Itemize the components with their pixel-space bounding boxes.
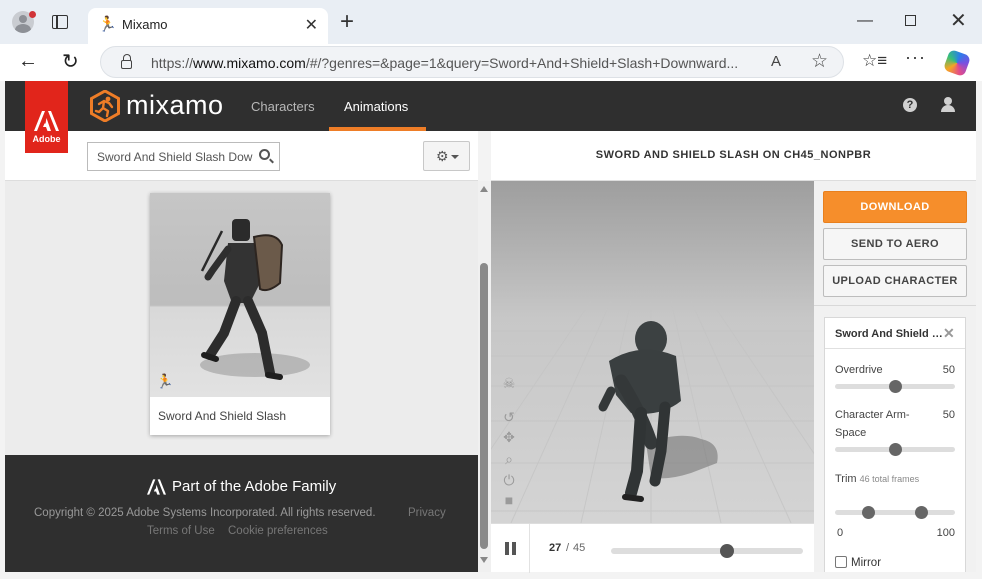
mixamo-favicon-icon: 🏃 (98, 16, 117, 33)
current-frame: 27 (549, 542, 562, 554)
copilot-icon[interactable] (942, 48, 972, 78)
cookie-preferences-link[interactable]: Cookie preferences (228, 525, 328, 537)
animation-card-title[interactable]: Sword And Shield Slash (158, 409, 286, 423)
user-account-icon[interactable] (941, 97, 955, 112)
trim-max-value: 100 (936, 527, 955, 539)
overdrive-slider[interactable] (835, 380, 955, 393)
terms-link[interactable]: Terms of Use (147, 525, 215, 537)
divider (814, 305, 976, 306)
mixamo-logo-icon[interactable] (89, 90, 121, 122)
back-arrow-icon[interactable]: ← (18, 50, 38, 73)
animation-type-icon: 🏃 (156, 373, 174, 389)
browser-tab[interactable]: 🏃 Mixamo ✕ (88, 8, 328, 44)
mixamo-header: Adobe mixamo Characters Animations ? (5, 81, 976, 153)
pause-icon[interactable] (505, 542, 517, 555)
scroll-down-icon[interactable] (480, 557, 488, 563)
zoom-icon[interactable]: ⌕ (501, 451, 517, 467)
tab-close-icon[interactable]: ✕ (305, 15, 318, 35)
help-icon[interactable]: ? (903, 98, 917, 112)
results-panel: ⚙ 🏃 Sword And Shield Slash (5, 131, 478, 572)
settings-title: Sword And Shield Slash (835, 328, 943, 340)
arm-space-slider-handle[interactable] (888, 443, 902, 456)
results-scrollbar[interactable] (478, 181, 491, 572)
scroll-up-icon[interactable] (480, 186, 488, 192)
read-aloud-icon[interactable]: A (771, 53, 781, 70)
timeline-slider[interactable] (611, 544, 803, 558)
url-text[interactable]: https://www.mixamo.com/#/?genres=&page=1… (151, 55, 761, 71)
gear-icon: ⚙ (436, 148, 449, 164)
trim-min-value: 0 (837, 527, 844, 539)
trim-frames-note: 46 total frames (859, 474, 920, 484)
timeline-handle[interactable] (719, 544, 734, 558)
knight-figure-image (200, 219, 310, 380)
playback-bar: 27 / 45 (491, 523, 814, 573)
mixamo-logo-text[interactable]: mixamo (126, 90, 224, 121)
scroll-thumb[interactable] (480, 263, 488, 549)
search-icon[interactable] (259, 149, 270, 160)
trim-label: Trim 46 total frames (835, 473, 920, 485)
3d-viewport[interactable]: ☠ ↺ ✥ ⌕ ⏻ ■ (491, 181, 814, 523)
close-icon[interactable]: ✕ (943, 325, 955, 342)
reset-view-icon[interactable]: ⏻ (501, 472, 517, 488)
browser-nav-bar: ← ↻ https://www.mixamo.com/#/?genres=&pa… (0, 44, 982, 81)
privacy-link[interactable]: Privacy (408, 507, 446, 519)
overdrive-slider-handle[interactable] (888, 380, 902, 393)
search-bar: ⚙ (5, 131, 478, 181)
skeleton-icon[interactable]: ☠ (501, 375, 517, 391)
mirror-label[interactable]: Mirror (851, 557, 881, 569)
reload-icon[interactable]: ↻ (62, 49, 79, 74)
address-bar[interactable]: https://www.mixamo.com/#/?genres=&page=1… (100, 46, 844, 78)
filter-settings-button[interactable]: ⚙ (423, 141, 470, 171)
favorites-list-icon[interactable]: ☆≡ (862, 51, 887, 71)
adobe-label: Adobe (32, 134, 61, 144)
animation-card[interactable]: 🏃 Sword And Shield Slash (150, 193, 330, 435)
animation-thumbnail[interactable]: 🏃 (150, 193, 330, 397)
viewport-scene (491, 300, 814, 523)
upload-character-button[interactable]: UPLOAD CHARACTER (823, 265, 967, 297)
preview-title-bar: SWORD AND SHIELD SLASH ON CH45_NONPBR (491, 131, 976, 181)
search-input[interactable] (87, 142, 280, 171)
mirror-checkbox[interactable] (835, 556, 847, 568)
browser-tab-bar: 🏃 Mixamo ✕ + — ✕ (0, 0, 982, 44)
lock-icon[interactable] (121, 54, 132, 69)
total-frames: 45 (573, 542, 586, 554)
arm-space-value[interactable]: 50 (943, 409, 955, 421)
adobe-family-text: Part of the Adobe Family (172, 478, 337, 495)
more-menu-icon[interactable]: ··· (905, 47, 926, 68)
move-icon[interactable]: ✥ (501, 429, 517, 445)
download-button[interactable]: DOWNLOAD (823, 191, 967, 223)
adobe-badge[interactable]: Adobe (25, 81, 68, 153)
footer: Part of the Adobe Family Copyright © 202… (5, 455, 478, 572)
chevron-down-icon (451, 155, 459, 159)
trim-end-handle[interactable] (914, 506, 928, 519)
animation-settings-panel: Sword And Shield Slash ✕ Overdrive 50 Ch… (824, 317, 966, 572)
nav-characters[interactable]: Characters (251, 99, 315, 114)
notification-dot (29, 11, 36, 18)
favorite-star-icon[interactable]: ☆ (811, 50, 828, 73)
frame-separator: / (566, 542, 570, 554)
tab-title: Mixamo (122, 17, 168, 32)
maximize-icon[interactable] (905, 15, 916, 26)
adobe-logo-icon (34, 111, 59, 131)
rotate-icon[interactable]: ↺ (501, 409, 517, 425)
overdrive-label: Overdrive (835, 364, 883, 376)
adobe-logo-icon (147, 479, 166, 495)
arm-space-label: Character Arm-Space (835, 409, 910, 439)
divider (529, 524, 530, 573)
window-close-icon[interactable]: ✕ (950, 8, 967, 33)
action-sidebar: DOWNLOAD SEND TO AERO UPLOAD CHARACTER S… (814, 181, 976, 572)
preview-title: SWORD AND SHIELD SLASH ON CH45_NONPBR (595, 149, 872, 161)
tab-actions-icon[interactable] (52, 15, 68, 29)
settings-header: Sword And Shield Slash ✕ (825, 318, 965, 349)
new-tab-icon[interactable]: + (340, 10, 354, 34)
send-to-aero-button[interactable]: SEND TO AERO (823, 228, 967, 260)
nav-animations[interactable]: Animations (344, 99, 408, 114)
copyright-text: Copyright © 2025 Adobe Systems Incorpora… (34, 507, 376, 519)
trim-start-handle[interactable] (862, 506, 876, 519)
camera-icon[interactable]: ■ (501, 492, 517, 508)
minimize-icon[interactable]: — (857, 12, 873, 30)
arm-space-slider[interactable] (835, 443, 955, 456)
trim-slider[interactable] (835, 506, 955, 519)
overdrive-value[interactable]: 50 (943, 364, 955, 376)
